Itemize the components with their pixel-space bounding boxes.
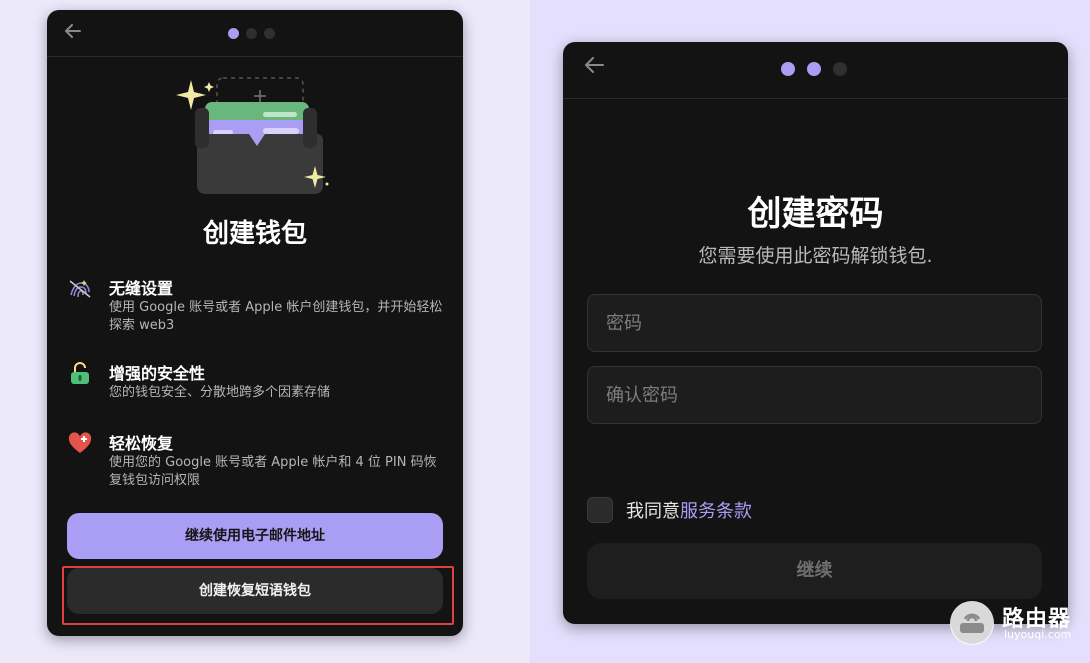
header-divider: [563, 98, 1068, 99]
heart-icon: [67, 430, 93, 456]
lock-icon: [67, 360, 93, 386]
page-title: 创建密码: [747, 194, 884, 234]
site-watermark: 路由器 luyouqi.com: [950, 601, 1080, 649]
wallet-illustration: [175, 72, 335, 197]
watermark-url: luyouqi.com: [1004, 628, 1072, 641]
create-password-card: 创建密码 您需要使用此密码解锁钱包. 我同意 服务条款 继续: [563, 42, 1068, 624]
step-indicator: [228, 28, 275, 39]
back-arrow-icon[interactable]: [65, 24, 81, 38]
feature-heading: 无缝设置: [109, 279, 174, 298]
confirm-password-input[interactable]: [587, 366, 1042, 424]
back-arrow-icon[interactable]: [585, 57, 604, 73]
step-dot-1: [228, 28, 239, 39]
feature-heading: 增强的安全性: [109, 364, 206, 383]
continue-with-email-button[interactable]: 继续使用电子邮件地址: [67, 513, 443, 559]
agree-terms-checkbox[interactable]: [587, 497, 613, 523]
step-dot-1: [781, 62, 795, 76]
feature-description: 您的钱包安全、分散地跨多个因素存储: [109, 385, 331, 400]
step-dot-2: [246, 28, 257, 39]
feature-description: 使用 Google 账号或者 Apple 帐户创建钱包，并开始轻松探索 web3: [109, 300, 443, 333]
create-wallet-card: 创建钱包 无缝设置 使用 Google 账号或者 Apple 帐户创建钱包，并开…: [47, 10, 463, 636]
page-title: 创建钱包: [202, 219, 307, 249]
fingerprint-icon: [67, 275, 93, 301]
highlight-annotation-box: [62, 566, 454, 625]
page-subtitle: 您需要使用此密码解锁钱包.: [698, 245, 933, 267]
continue-button[interactable]: 继续: [587, 543, 1042, 599]
password-input[interactable]: [587, 294, 1042, 352]
step-indicator: [781, 62, 847, 76]
agree-label: 我同意: [626, 501, 680, 522]
router-logo-icon: [950, 601, 994, 645]
feature-heading: 轻松恢复: [109, 434, 174, 453]
terms-of-service-link[interactable]: 服务条款: [680, 497, 752, 523]
terms-agreement-row: 我同意 服务条款: [587, 496, 752, 524]
step-dot-3: [264, 28, 275, 39]
step-dot-3: [833, 62, 847, 76]
feature-description: 使用您的 Google 账号或者 Apple 帐户和 4 位 PIN 码恢复钱包…: [109, 455, 437, 488]
header-divider: [47, 56, 463, 57]
step-dot-2: [807, 62, 821, 76]
